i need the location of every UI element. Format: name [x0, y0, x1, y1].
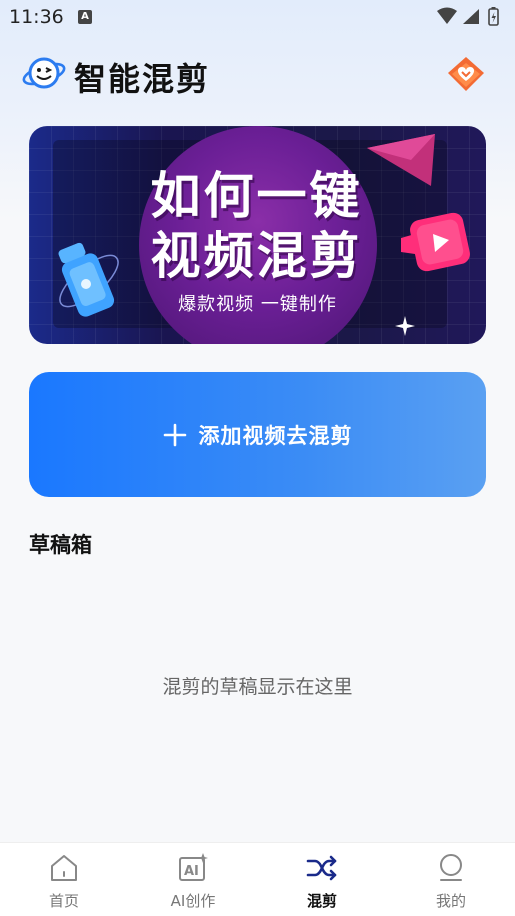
nav-label-profile: 我的	[435, 892, 466, 910]
nav-item-home[interactable]: 首页	[0, 843, 128, 916]
page-title: 智能混剪	[74, 60, 211, 98]
drafts-empty-message: 混剪的草稿显示在这里	[162, 676, 353, 698]
ai-create-icon: AI	[179, 853, 208, 881]
banner-subtitle: 爆款视频 一键制作	[178, 294, 337, 315]
bottom-navigation: 首页 AI AI创作 混剪 我的	[0, 842, 515, 916]
wifi-icon	[437, 7, 457, 24]
add-video-label: 添加视频去混剪	[198, 423, 353, 448]
profile-icon	[440, 854, 462, 881]
sparkle-icon	[395, 316, 415, 336]
vip-heart-badge-icon[interactable]	[446, 55, 486, 93]
app-header: 智能混剪	[22, 52, 492, 98]
signal-icon	[463, 9, 479, 24]
home-icon	[51, 855, 77, 881]
plus-icon	[163, 423, 186, 446]
shuffle-icon	[306, 855, 337, 881]
status-bar: 11:36 A	[0, 0, 515, 34]
drafts-title: 草稿箱	[29, 533, 92, 557]
status-icons	[437, 7, 499, 26]
add-video-button[interactable]: 添加视频去混剪	[29, 372, 486, 497]
notification-icon: A	[78, 10, 92, 24]
nav-item-profile[interactable]: 我的	[387, 843, 515, 916]
status-time: 11:36	[9, 6, 64, 28]
nav-label-ai-create: AI创作	[170, 892, 216, 910]
banner-headline-2: 视频混剪	[150, 227, 363, 285]
promo-banner[interactable]: 如何一键 视频混剪 爆款视频 一键制作	[29, 126, 486, 344]
add-video-button-content: 添加视频去混剪	[29, 372, 486, 497]
nav-label-home: 首页	[48, 892, 79, 910]
nav-item-mix-edit[interactable]: 混剪	[258, 843, 386, 916]
nav-item-ai-create[interactable]: AI AI创作	[129, 843, 257, 916]
nav-label-mix-edit: 混剪	[306, 892, 337, 910]
planet-face-icon	[22, 57, 66, 89]
svg-text:AI: AI	[184, 864, 199, 879]
